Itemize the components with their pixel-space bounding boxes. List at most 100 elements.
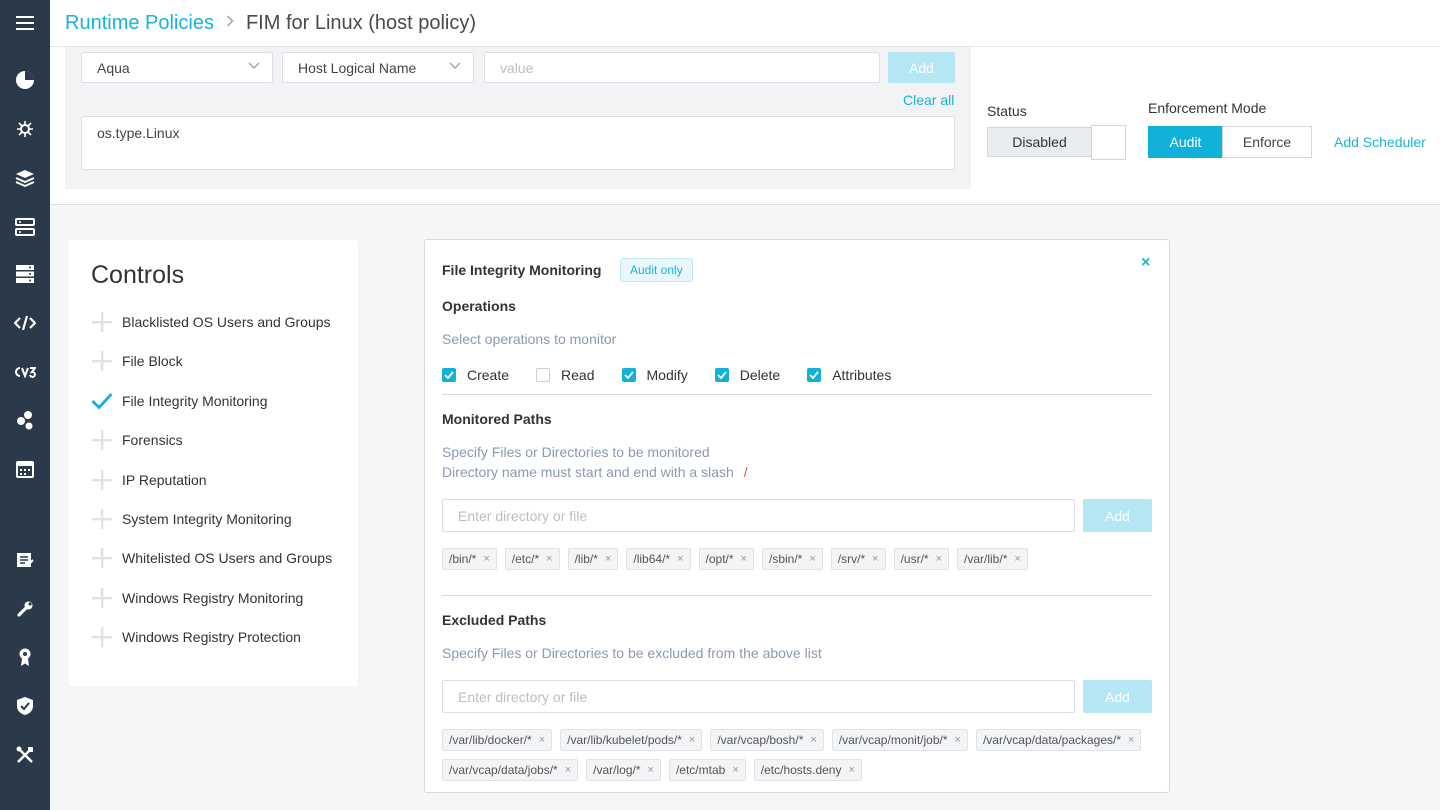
remove-tag-icon[interactable]: × <box>872 553 878 565</box>
excluded-hint: Specify Files or Directories to be exclu… <box>442 645 822 661</box>
remove-tag-icon[interactable]: × <box>483 553 489 565</box>
remove-tag-icon[interactable]: × <box>689 734 695 746</box>
cve-icon[interactable] <box>0 357 50 387</box>
chevron-down-icon <box>248 62 260 69</box>
remove-tag-icon[interactable]: × <box>677 553 683 565</box>
operation-option[interactable]: Read <box>536 367 595 383</box>
network-icon[interactable] <box>0 212 50 242</box>
scope-expression[interactable]: os.type.Linux <box>81 116 955 170</box>
dashboard-icon[interactable] <box>0 65 50 95</box>
remove-tag-icon[interactable]: × <box>546 553 552 565</box>
tools-icon[interactable] <box>0 740 50 770</box>
add-scope-button[interactable]: Add <box>888 52 955 83</box>
control-item-label: System Integrity Monitoring <box>122 511 292 527</box>
server-icon[interactable] <box>0 259 50 289</box>
control-item[interactable]: IP Reputation <box>91 468 207 492</box>
menu-icon[interactable] <box>0 8 50 38</box>
code-icon[interactable] <box>0 308 50 338</box>
add-scheduler-link[interactable]: Add Scheduler <box>1334 134 1426 150</box>
path-tag: /var/lib/kubelet/pods/* × <box>560 729 703 751</box>
path-tag: /var/log/* × <box>586 759 661 781</box>
remove-tag-icon[interactable]: × <box>648 764 654 776</box>
breadcrumb-root[interactable]: Runtime Policies <box>65 12 214 35</box>
add-excluded-path-button[interactable]: Add <box>1083 680 1152 713</box>
close-icon[interactable]: × <box>1141 254 1150 272</box>
checkbox-checked[interactable] <box>714 368 729 382</box>
path-tag: /var/vcap/bosh/* × <box>710 729 824 751</box>
nodes-icon[interactable] <box>0 405 50 435</box>
remove-tag-icon[interactable]: × <box>955 734 961 746</box>
divider <box>442 595 1152 596</box>
operation-option[interactable]: Attributes <box>807 367 891 383</box>
path-tag: /srv/* × <box>830 548 886 570</box>
status-disabled-button[interactable]: Disabled <box>987 127 1092 157</box>
monitored-paths-title: Monitored Paths <box>442 411 552 427</box>
control-item-label: Forensics <box>122 432 183 449</box>
checkbox-unchecked[interactable] <box>536 368 551 382</box>
control-item[interactable]: Whitelisted OS Users and Groups <box>91 546 332 570</box>
remove-tag-icon[interactable]: × <box>732 764 738 776</box>
wrench-icon[interactable] <box>0 594 50 624</box>
excluded-path-input[interactable] <box>442 680 1075 713</box>
fim-title: File Integrity Monitoring <box>442 262 602 278</box>
shield-icon[interactable] <box>0 691 50 721</box>
path-tag-label: /opt/* <box>705 552 734 566</box>
attribute-select[interactable]: Host Logical Name <box>282 52 474 83</box>
award-icon[interactable] <box>0 642 50 672</box>
control-item-label: Whitelisted OS Users and Groups <box>122 550 333 567</box>
control-item[interactable]: File Block <box>91 349 183 373</box>
source-select[interactable]: Aqua <box>81 52 273 83</box>
report-icon[interactable] <box>0 545 50 575</box>
header: Runtime Policies FIM for Linux (host pol… <box>50 0 1440 47</box>
control-item[interactable]: Blacklisted OS Users and Groups <box>91 310 331 334</box>
value-input[interactable] <box>484 52 880 83</box>
control-item[interactable]: Windows Registry Monitoring <box>91 586 303 610</box>
remove-tag-icon[interactable]: × <box>1014 553 1020 565</box>
sidebar <box>0 0 50 810</box>
status-toggle[interactable] <box>1091 125 1126 160</box>
path-tag: /var/vcap/data/jobs/* × <box>442 759 579 781</box>
control-item[interactable]: System Integrity Monitoring <box>91 507 292 531</box>
audit-mode-button[interactable]: Audit <box>1148 126 1223 158</box>
path-tag-label: /etc/hosts.deny <box>760 763 842 777</box>
remove-tag-icon[interactable]: × <box>605 553 611 565</box>
monitored-path-input[interactable] <box>442 499 1075 532</box>
path-tag-label: /lib64/* <box>633 552 671 566</box>
divider <box>442 394 1152 395</box>
path-tag-label: /var/log/* <box>593 763 641 777</box>
checkbox-checked[interactable] <box>621 368 636 382</box>
remove-tag-icon[interactable]: × <box>741 553 747 565</box>
operation-option[interactable]: Delete <box>714 367 780 383</box>
remove-tag-icon[interactable]: × <box>810 734 816 746</box>
add-monitored-path-button[interactable]: Add <box>1083 499 1152 532</box>
slash-glyph: / <box>743 464 748 480</box>
control-item[interactable]: File Integrity Monitoring <box>91 389 268 413</box>
enforce-mode-button[interactable]: Enforce <box>1222 126 1312 158</box>
operation-option[interactable]: Create <box>442 367 509 383</box>
path-tag: /sbin/* × <box>761 548 823 570</box>
remove-tag-icon[interactable]: × <box>809 553 815 565</box>
remove-tag-icon[interactable]: × <box>1128 734 1134 746</box>
control-item[interactable]: Forensics <box>91 428 183 452</box>
calendar-icon[interactable] <box>0 454 50 484</box>
checkbox-checked[interactable] <box>442 368 456 382</box>
checkbox-checked[interactable] <box>807 368 822 382</box>
excluded-paths-tags: /var/lib/docker/* ×/var/lib/kubelet/pods/… <box>442 729 1162 789</box>
remove-tag-icon[interactable]: × <box>565 764 571 776</box>
control-item[interactable]: Windows Registry Protection <box>91 625 301 649</box>
remove-tag-icon[interactable]: × <box>936 553 942 565</box>
breadcrumb-current: FIM for Linux (host policy) <box>245 11 477 34</box>
layers-icon[interactable] <box>0 163 50 193</box>
monitored-hint-2: Directory name must start and end with a… <box>442 464 748 480</box>
excluded-paths-title: Excluded Paths <box>442 612 547 628</box>
bug-icon[interactable] <box>0 114 50 144</box>
status-label: Status <box>987 103 1027 119</box>
plus-icon <box>91 587 113 609</box>
remove-tag-icon[interactable]: × <box>848 764 854 776</box>
operation-option[interactable]: Modify <box>621 367 688 383</box>
clear-all-link[interactable]: Clear all <box>903 92 954 108</box>
remove-tag-icon[interactable]: × <box>539 734 545 746</box>
control-item-label: Windows Registry Protection <box>122 629 301 646</box>
path-tag-label: /bin/* <box>449 552 477 566</box>
operation-label: Read <box>561 367 595 383</box>
